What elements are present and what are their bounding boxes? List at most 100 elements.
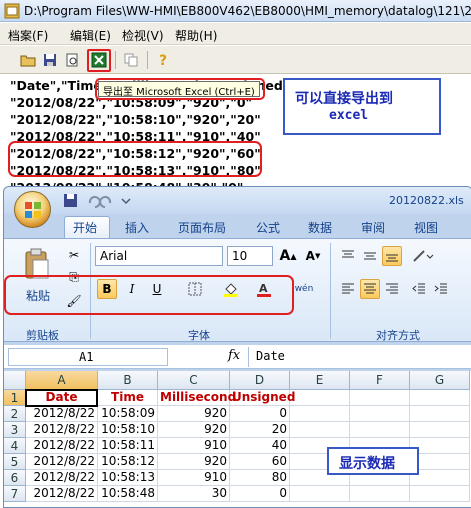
cut-icon[interactable]: ✂ (64, 245, 84, 265)
menu-help[interactable]: 帮助(H) (175, 27, 217, 44)
help-icon[interactable]: ? (153, 50, 173, 70)
redo-icon (99, 196, 112, 208)
formula-input[interactable]: Date (256, 349, 285, 363)
grid-cell[interactable] (290, 486, 350, 502)
grid-cell[interactable]: 2012/8/22 (26, 470, 98, 486)
grid-cell[interactable]: 40 (230, 438, 290, 454)
tab-home[interactable]: 开始 (73, 219, 97, 236)
align-right-icon[interactable] (382, 279, 402, 299)
grid-cell[interactable]: 0 (230, 406, 290, 422)
tab-data[interactable]: 数据 (308, 219, 332, 236)
row-header[interactable]: 2 (4, 406, 26, 422)
grid-cell[interactable] (410, 486, 470, 502)
grid-cell[interactable]: 2012/8/22 (26, 438, 98, 454)
office-button[interactable] (14, 191, 51, 228)
worksheet-grid[interactable]: A B C D E F G 1 Date Time Millisecond Unsigned 2 2012… (4, 371, 471, 507)
grid-cell[interactable]: 920 (158, 406, 230, 422)
column-header[interactable]: E (290, 371, 350, 390)
row-header[interactable]: 6 (4, 470, 26, 486)
grid-cell[interactable] (290, 390, 350, 406)
tab-review[interactable]: 审阅 (361, 219, 385, 236)
open-folder-icon[interactable] (18, 50, 38, 70)
tab-page-layout[interactable]: 页面布局 (178, 219, 226, 236)
grid-cell[interactable]: 10:58:11 (98, 438, 158, 454)
column-header[interactable]: D (230, 371, 290, 390)
note-text: excel (329, 108, 369, 123)
grid-cell[interactable] (350, 406, 410, 422)
phonetic-icon[interactable]: wén (290, 279, 318, 299)
print-preview-icon[interactable] (62, 50, 82, 70)
tab-formulas[interactable]: 公式 (256, 219, 280, 236)
tab-view[interactable]: 视图 (414, 219, 438, 236)
grid-cell[interactable]: 30 (158, 486, 230, 502)
grid-cell[interactable]: 10:58:48 (98, 486, 158, 502)
column-header[interactable]: F (350, 371, 410, 390)
grid-cell[interactable] (350, 422, 410, 438)
row-header[interactable]: 5 (4, 454, 26, 470)
grid-cell[interactable] (410, 470, 470, 486)
grid-cell[interactable]: 2012/8/22 (26, 406, 98, 422)
grid-cell[interactable]: 20 (230, 422, 290, 438)
row-header[interactable]: 3 (4, 422, 26, 438)
row-header[interactable]: 7 (4, 486, 26, 502)
row-header[interactable]: 1 (4, 390, 26, 406)
grid-cell[interactable]: 2012/8/22 (26, 422, 98, 438)
font-size-dropdown[interactable]: 10 (227, 246, 273, 266)
shrink-font-icon[interactable]: A ▼ (302, 246, 324, 266)
grid-cell[interactable]: 80 (230, 470, 290, 486)
grid-cell[interactable] (410, 454, 470, 470)
quick-access-toolbar (60, 192, 140, 210)
grid-cell[interactable] (290, 406, 350, 422)
column-header[interactable]: B (98, 371, 158, 390)
align-left-icon[interactable] (338, 279, 358, 299)
grid-cell[interactable] (410, 390, 470, 406)
increase-indent-icon[interactable] (431, 279, 451, 299)
tooltip-highlight (95, 78, 265, 100)
align-center-icon[interactable] (360, 279, 380, 299)
align-bottom-icon[interactable] (382, 246, 402, 266)
grow-font-icon[interactable]: A ▲ (277, 246, 299, 266)
grid-cell[interactable]: 10:58:13 (98, 470, 158, 486)
grid-cell[interactable]: 60 (230, 454, 290, 470)
decrease-indent-icon[interactable] (409, 279, 429, 299)
menu-view[interactable]: 检视(V) (122, 27, 164, 44)
grid-cell[interactable] (410, 422, 470, 438)
grid-cell[interactable]: 10:58:12 (98, 454, 158, 470)
grid-cell[interactable]: Millisecond (158, 390, 236, 406)
grid-cell[interactable]: 2012/8/22 (26, 454, 98, 470)
viewer-toolbar: ? (0, 46, 471, 74)
tab-insert[interactable]: 插入 (125, 219, 149, 236)
menu-file[interactable]: 档案(F) (8, 27, 48, 44)
column-header[interactable]: A (26, 371, 98, 390)
export-button-highlight (87, 49, 111, 72)
grid-cell[interactable]: 0 (230, 486, 290, 502)
grid-cell[interactable]: 920 (158, 422, 230, 438)
grid-cell[interactable] (350, 390, 410, 406)
data-line: "2012/08/22","10:58:10","920","20" (10, 112, 261, 127)
grid-cell[interactable]: 910 (158, 470, 230, 486)
font-name-dropdown[interactable]: Arial (95, 246, 223, 266)
row-header[interactable]: 4 (4, 438, 26, 454)
save-disk-icon[interactable] (40, 50, 60, 70)
menu-edit[interactable]: 编辑(E) (70, 27, 111, 44)
grid-cell[interactable]: Time (98, 390, 158, 406)
grid-cell[interactable] (410, 438, 470, 454)
name-box[interactable]: A1 (8, 348, 168, 366)
grid-cell[interactable]: 910 (158, 438, 230, 454)
grid-cell[interactable] (410, 406, 470, 422)
align-top-icon[interactable] (338, 246, 358, 266)
grid-cell[interactable] (350, 486, 410, 502)
select-all-corner[interactable] (4, 371, 26, 390)
grid-cell[interactable]: 920 (158, 454, 230, 470)
insert-function-icon[interactable]: fx (228, 348, 240, 363)
column-header[interactable]: C (158, 371, 230, 390)
grid-cell[interactable] (290, 422, 350, 438)
grid-cell[interactable]: 10:58:09 (98, 406, 158, 422)
grid-cell[interactable]: Unsigned (230, 390, 295, 406)
orientation-icon[interactable] (409, 246, 437, 266)
grid-cell[interactable]: 10:58:10 (98, 422, 158, 438)
grid-cell[interactable]: 2012/8/22 (26, 486, 98, 502)
align-middle-icon[interactable] (360, 246, 380, 266)
column-header[interactable]: G (410, 371, 470, 390)
copy-icon[interactable] (121, 50, 141, 70)
